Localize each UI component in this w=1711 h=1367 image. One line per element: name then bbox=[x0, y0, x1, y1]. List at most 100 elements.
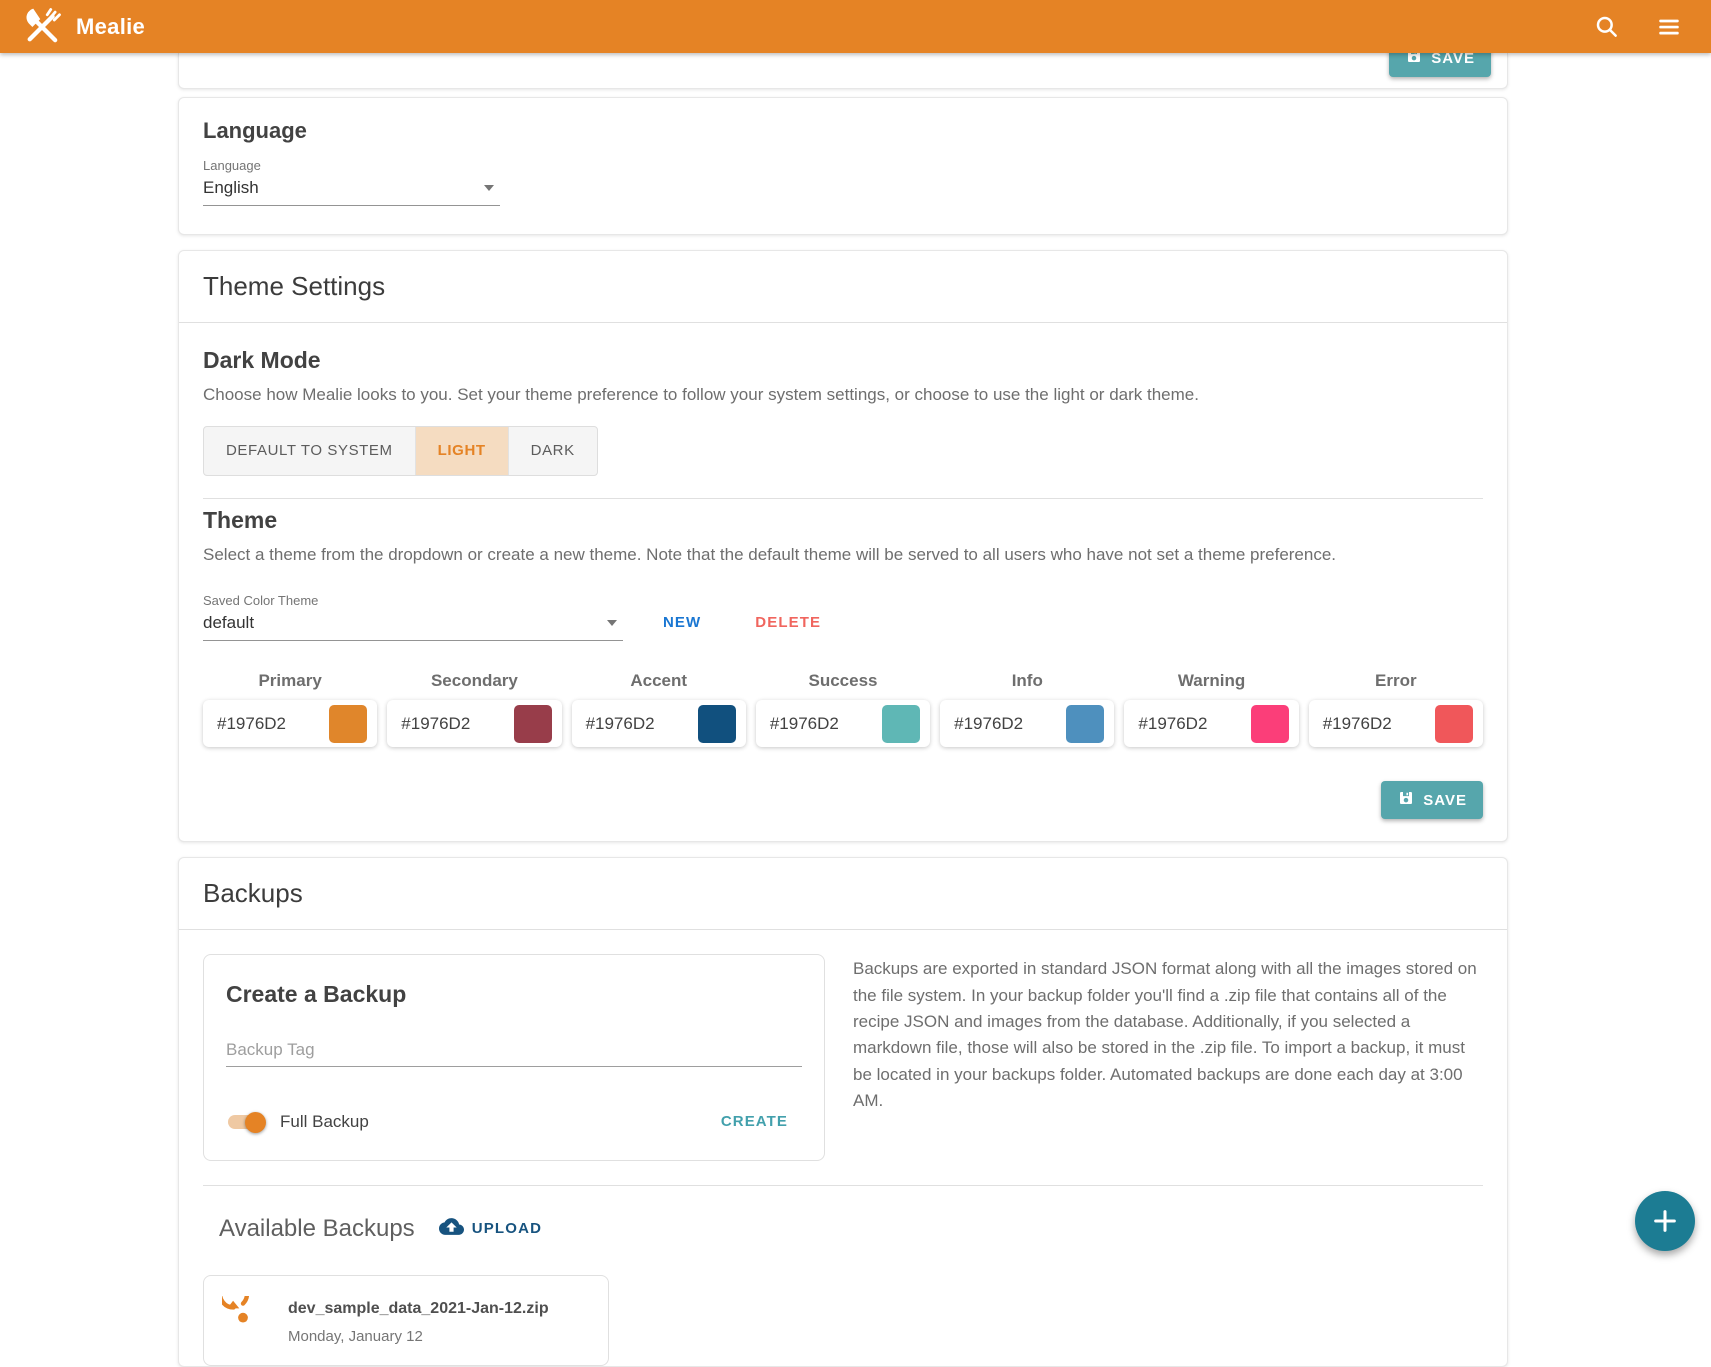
dark-mode-heading: Dark Mode bbox=[203, 347, 1483, 374]
swatch-primary: Primary #1976D2 bbox=[203, 671, 377, 747]
swatch-label: Warning bbox=[1124, 671, 1298, 691]
swatch-accent: Accent #1976D2 bbox=[572, 671, 746, 747]
search-button[interactable] bbox=[1585, 5, 1629, 49]
backup-list-item[interactable]: dev_sample_data_2021-Jan-12.zip Monday, … bbox=[203, 1275, 609, 1366]
full-backup-toggle[interactable] bbox=[226, 1111, 266, 1133]
swatch-warning: Warning #1976D2 bbox=[1124, 671, 1298, 747]
chevron-down-icon bbox=[607, 620, 617, 626]
backup-filename: dev_sample_data_2021-Jan-12.zip bbox=[288, 1300, 549, 1318]
language-field-label: Language bbox=[203, 158, 1483, 173]
saved-theme-select[interactable]: default bbox=[203, 608, 623, 641]
swatch-hex: #1976D2 bbox=[770, 714, 839, 734]
backups-card: Backups Create a Backup Full Backup CREA… bbox=[178, 857, 1508, 1367]
dark-mode-option-dark[interactable]: DARK bbox=[509, 427, 597, 475]
create-backup-button[interactable]: CREATE bbox=[707, 1105, 802, 1138]
theme-save-button[interactable]: SAVE bbox=[1381, 781, 1483, 819]
full-backup-label: Full Backup bbox=[280, 1112, 369, 1132]
swatch-label: Info bbox=[940, 671, 1114, 691]
backup-body: Create a Backup Full Backup CREATE Backu… bbox=[179, 930, 1507, 1185]
theme-settings-title: Theme Settings bbox=[179, 251, 1507, 323]
dark-mode-option-default-to-system[interactable]: DEFAULT TO SYSTEM bbox=[204, 427, 416, 475]
save-button-label: SAVE bbox=[1423, 792, 1467, 809]
backups-title: Backups bbox=[179, 858, 1507, 930]
saved-theme-row: Saved Color Theme default NEW DELETE bbox=[203, 593, 1483, 641]
language-select[interactable]: English bbox=[203, 173, 500, 206]
settings-page: SAVE Language Language English Theme Set… bbox=[178, 53, 1508, 1367]
menu-button[interactable] bbox=[1647, 5, 1691, 49]
hamburger-menu-icon bbox=[1656, 14, 1682, 40]
color-chip[interactable] bbox=[1435, 705, 1473, 743]
color-chip[interactable] bbox=[698, 705, 736, 743]
theme-description: Select a theme from the dropdown or crea… bbox=[203, 543, 1483, 568]
general-settings-card-bottom: SAVE bbox=[178, 53, 1508, 89]
saved-theme-field: Saved Color Theme default bbox=[203, 593, 623, 641]
upload-backup-button[interactable]: UPLOAD bbox=[431, 1208, 551, 1249]
dark-mode-description: Choose how Mealie looks to you. Set your… bbox=[203, 383, 1483, 408]
create-backup-card: Create a Backup Full Backup CREATE bbox=[203, 954, 825, 1161]
swatch-hex: #1976D2 bbox=[954, 714, 1023, 734]
add-fab-button[interactable] bbox=[1635, 1191, 1695, 1251]
swatch-hex: #1976D2 bbox=[1323, 714, 1392, 734]
backup-tag-input[interactable] bbox=[226, 1034, 802, 1067]
swatch-info: Info #1976D2 bbox=[940, 671, 1114, 747]
swatch-card-success[interactable]: #1976D2 bbox=[756, 700, 930, 747]
color-chip[interactable] bbox=[882, 705, 920, 743]
color-chip[interactable] bbox=[329, 705, 367, 743]
backup-item-text: dev_sample_data_2021-Jan-12.zip Monday, … bbox=[288, 1296, 549, 1345]
swatch-card-error[interactable]: #1976D2 bbox=[1309, 700, 1483, 747]
swatch-card-warning[interactable]: #1976D2 bbox=[1124, 700, 1298, 747]
swatch-hex: #1976D2 bbox=[401, 714, 470, 734]
theme-save-row: SAVE bbox=[179, 751, 1507, 841]
swatch-label: Primary bbox=[203, 671, 377, 691]
swatch-error: Error #1976D2 bbox=[1309, 671, 1483, 747]
language-select-value: English bbox=[203, 178, 259, 197]
save-icon bbox=[1397, 789, 1415, 811]
new-theme-button[interactable]: NEW bbox=[649, 606, 715, 639]
saved-theme-label: Saved Color Theme bbox=[203, 593, 623, 608]
toggle-thumb[interactable] bbox=[245, 1112, 266, 1133]
chevron-down-icon bbox=[484, 185, 494, 191]
swatch-card-accent[interactable]: #1976D2 bbox=[572, 700, 746, 747]
dark-mode-option-light[interactable]: LIGHT bbox=[416, 427, 509, 475]
theme-settings-card: Theme Settings Dark Mode Choose how Meal… bbox=[178, 250, 1508, 842]
language-card: Language Language English bbox=[178, 97, 1508, 235]
divider bbox=[203, 498, 1483, 499]
available-backups-heading: Available Backups bbox=[219, 1215, 415, 1243]
cloud-upload-icon bbox=[439, 1214, 464, 1243]
swatch-label: Error bbox=[1309, 671, 1483, 691]
delete-theme-button[interactable]: DELETE bbox=[741, 606, 835, 639]
backup-tag-row bbox=[226, 1034, 802, 1067]
backup-date: Monday, January 12 bbox=[288, 1328, 549, 1345]
app-bar: Mealie bbox=[0, 0, 1711, 53]
swatch-hex: #1976D2 bbox=[586, 714, 655, 734]
backup-restore-icon bbox=[222, 1296, 264, 1343]
swatch-label: Success bbox=[756, 671, 930, 691]
swatch-hex: #1976D2 bbox=[217, 714, 286, 734]
plus-icon bbox=[1651, 1207, 1679, 1235]
color-swatch-row: Primary #1976D2 Secondary #1976D2 Accent bbox=[203, 671, 1483, 747]
color-chip[interactable] bbox=[514, 705, 552, 743]
color-chip[interactable] bbox=[1066, 705, 1104, 743]
swatch-label: Secondary bbox=[387, 671, 561, 691]
saved-theme-value: default bbox=[203, 613, 254, 632]
create-backup-title: Create a Backup bbox=[226, 981, 802, 1008]
swatch-card-secondary[interactable]: #1976D2 bbox=[387, 700, 561, 747]
available-backups-row: Available Backups UPLOAD bbox=[179, 1186, 1507, 1249]
dark-mode-button-group: DEFAULT TO SYSTEM LIGHT DARK bbox=[203, 426, 598, 476]
swatch-secondary: Secondary #1976D2 bbox=[387, 671, 561, 747]
backups-description: Backups are exported in standard JSON fo… bbox=[853, 954, 1483, 1161]
swatch-card-primary[interactable]: #1976D2 bbox=[203, 700, 377, 747]
dark-mode-section: Dark Mode Choose how Mealie looks to you… bbox=[179, 323, 1507, 503]
app-title[interactable]: Mealie bbox=[76, 14, 145, 40]
swatch-label: Accent bbox=[572, 671, 746, 691]
swatch-hex: #1976D2 bbox=[1138, 714, 1207, 734]
swatch-success: Success #1976D2 bbox=[756, 671, 930, 747]
theme-section: Theme Select a theme from the dropdown o… bbox=[179, 503, 1507, 752]
theme-heading: Theme bbox=[203, 507, 1483, 534]
upload-button-label: UPLOAD bbox=[472, 1220, 543, 1237]
mealie-logo-icon[interactable] bbox=[20, 5, 64, 49]
full-backup-row: Full Backup CREATE bbox=[226, 1105, 802, 1138]
color-chip[interactable] bbox=[1251, 705, 1289, 743]
swatch-card-info[interactable]: #1976D2 bbox=[940, 700, 1114, 747]
language-card-title: Language bbox=[203, 118, 1483, 144]
